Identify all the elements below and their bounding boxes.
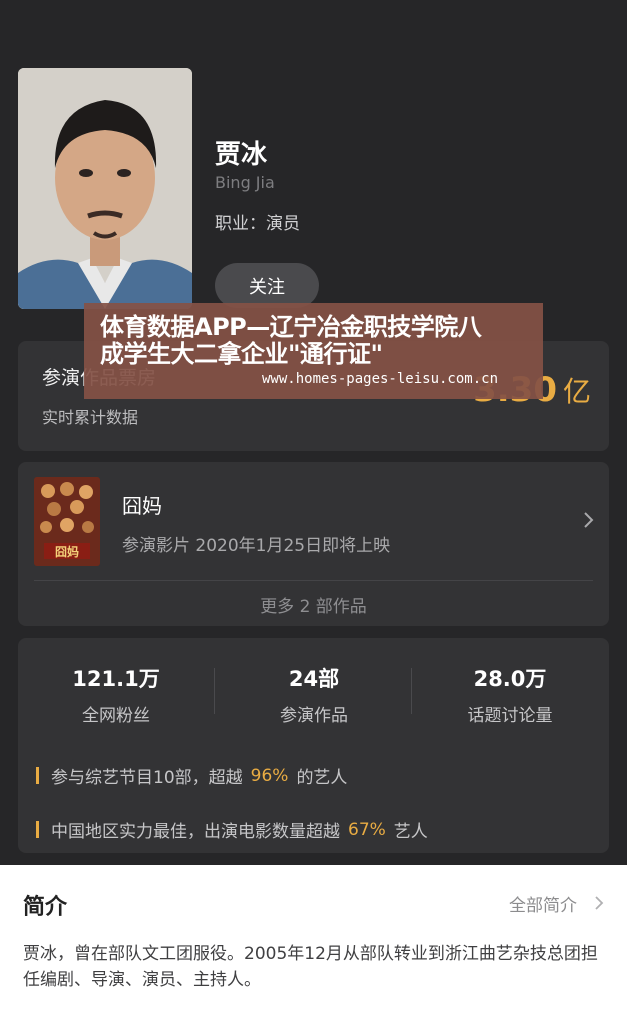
box-office-subtitle: 实时累计数据 — [42, 408, 139, 427]
poster-title: 囧妈 — [55, 544, 79, 559]
topic-label: 话题讨论量 — [467, 706, 553, 726]
intro-title: 简介 — [23, 895, 68, 920]
variety-show-stat: 参与综艺节目10部，超越 96% 的艺人 — [36, 763, 347, 788]
follow-button[interactable]: 关注 — [215, 263, 319, 308]
chevron-right-icon[interactable] — [594, 895, 604, 911]
works-label: 参演作品 — [280, 706, 348, 726]
work-release-info: 参演影片 2020年1月25日即将上映 — [122, 536, 391, 556]
actor-name-cn: 贾冰 — [215, 140, 268, 170]
actor-name-en: Bing Jia — [215, 173, 275, 192]
stat-line-suffix: 艺人 — [393, 822, 428, 842]
stat-line-highlight: 67% — [348, 819, 386, 840]
more-works-link[interactable]: 更多 2 部作品 — [18, 592, 609, 617]
stat-line-text: 参与综艺节目10部，超越 — [51, 768, 243, 788]
box-office-unit: 亿 — [562, 375, 591, 408]
stat-line-text: 中国地区实力最佳，出演电影数量超越 — [51, 822, 340, 842]
works-count: 24部 — [288, 667, 340, 691]
fans-label: 全网粉丝 — [82, 706, 150, 726]
ad-banner-line2: 成学生大二拿企业"通行证" — [100, 340, 383, 368]
full-intro-link[interactable]: 全部简介 — [509, 891, 577, 916]
movie-poster[interactable]: 囧妈 — [34, 477, 100, 566]
topic-count: 28.0万 — [473, 667, 547, 691]
stat-line-suffix: 的艺人 — [296, 768, 348, 788]
accent-bar — [36, 767, 39, 784]
chevron-right-icon[interactable] — [582, 510, 596, 530]
intro-text: 贾冰，曾在部队文工团服役。2005年12月从部队转业到浙江曲艺杂技总团担任编剧、… — [23, 944, 598, 990]
ad-banner-line1: 体育数据APP—辽宁冶金职技学院八 — [100, 313, 482, 341]
actor-photo — [18, 68, 192, 309]
stat-line-highlight: 96% — [250, 765, 289, 786]
stat-divider — [214, 668, 215, 714]
fans-count: 121.1万 — [72, 667, 160, 691]
accent-bar — [36, 821, 39, 838]
ad-banner-url: www.homes-pages-leisu.com.cn — [262, 371, 499, 387]
movie-count-stat: 中国地区实力最佳，出演电影数量超越 67% 艺人 — [36, 817, 428, 842]
stat-divider — [411, 668, 412, 714]
actor-job: 职业：演员 — [215, 214, 300, 234]
divider — [34, 580, 593, 581]
work-title[interactable]: 囧妈 — [122, 490, 162, 519]
